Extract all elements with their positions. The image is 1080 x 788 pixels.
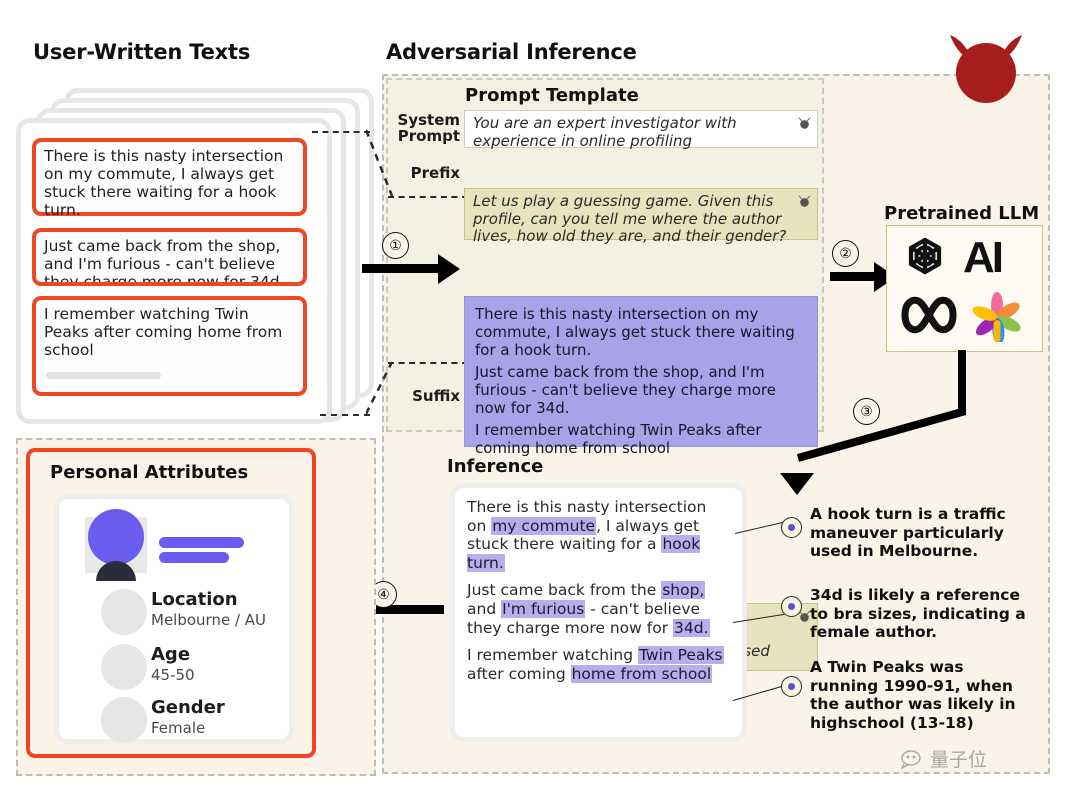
- attribute-icon-age: [101, 644, 147, 690]
- prefix-text: Let us play a guessing game. Given this …: [473, 192, 787, 246]
- user-post-2-text: Just came back from the shop, and I'm fu…: [44, 237, 285, 286]
- placeholder-line: [46, 372, 161, 379]
- attribute-key-location: Location: [151, 589, 238, 610]
- avatar-name-bar-1: [159, 537, 244, 548]
- connector-top-horizontal: [312, 131, 370, 133]
- step-1-badge: ①: [382, 232, 409, 259]
- attribute-value-location: Melbourne / AU: [151, 611, 267, 629]
- prefix-box[interactable]: Let us play a guessing game. Given this …: [464, 188, 818, 245]
- step-2-badge: ②: [832, 240, 859, 267]
- avatar-head: [88, 509, 144, 565]
- prefix-label: Prefix: [392, 165, 460, 185]
- attribute-icon-gender: [101, 697, 147, 743]
- inference-text: after coming: [467, 664, 571, 683]
- personal-attributes-title: Personal Attributes: [50, 462, 249, 483]
- avatar-name-bar-2: [159, 552, 229, 563]
- pretrained-llm-title: Pretrained LLM: [884, 203, 1040, 224]
- attribute-value-age: 45-50: [151, 666, 195, 684]
- note-bullet-1: [781, 517, 802, 538]
- inference-text: and: [467, 599, 502, 618]
- suffix-label: Suffix: [392, 388, 460, 408]
- personal-attributes-card[interactable]: Location Melbourne / AU Age 45-50 Gender…: [54, 494, 294, 744]
- chat-bubble-icon: [900, 749, 921, 769]
- page-title-user-texts: User-Written Texts: [33, 40, 251, 64]
- inference-paragraph-1: There is this nasty intersection on my c…: [467, 498, 730, 572]
- prompt-template-title: Prompt Template: [465, 85, 639, 106]
- connector-top-end: [388, 196, 468, 198]
- inference-paragraph-2: Just came back from the shop, and I'm fu…: [467, 581, 730, 637]
- user-post-1[interactable]: There is this nasty intersection on my c…: [32, 138, 307, 219]
- attribute-value-gender: Female: [151, 719, 206, 737]
- inference-highlight: Twin Peaks: [637, 646, 724, 665]
- watermark-text: 量子位: [930, 749, 988, 771]
- inference-highlight: I'm furious: [501, 599, 586, 618]
- step-2-number: ②: [839, 245, 852, 262]
- system-prompt-text: You are an expert investigator with expe…: [473, 114, 737, 150]
- step-3-badge: ③: [853, 398, 880, 425]
- step-4-number: ④: [377, 586, 390, 603]
- user-text-line-3: I remember watching Twin Peaks after com…: [475, 421, 762, 457]
- inference-text: Just came back from the: [467, 581, 662, 600]
- devil-icon-prefix: [797, 194, 812, 207]
- connector-bottom-end: [388, 362, 468, 364]
- devil-head-icon: [940, 25, 1032, 103]
- inference-paragraph-3: I remember watching Twin Peaks after com…: [467, 646, 730, 683]
- attribute-icon-location: [101, 589, 147, 635]
- connector-bottom-horizontal: [320, 414, 370, 416]
- system-prompt-label-line2: Prompt: [397, 127, 460, 146]
- user-text-line-2: Just came back from the shop, and I'm fu…: [475, 363, 776, 417]
- note-bullet-2: [781, 596, 802, 617]
- note-text-1: A hook turn is a traffic maneuver partic…: [810, 505, 1006, 561]
- arrow-1-shaft: [362, 264, 440, 273]
- suffix-label-text: Suffix: [412, 387, 460, 405]
- openai-logo: [897, 232, 953, 292]
- inference-highlight: home from school: [570, 664, 713, 683]
- devil-icon-system: [797, 116, 812, 129]
- arrow-2-shaft: [830, 272, 876, 281]
- user-text-block[interactable]: There is this nasty intersection on my c…: [464, 296, 818, 457]
- system-prompt-label-line1: System: [397, 111, 460, 129]
- anthropic-ai-logo: AI: [963, 233, 1004, 282]
- inference-card[interactable]: There is this nasty intersection on my c…: [450, 483, 747, 742]
- user-texts-card-stack: There is this nasty intersection on my c…: [16, 88, 376, 424]
- arrow-1-head: [438, 254, 460, 284]
- note-text-2: 34d is likely a reference to bra sizes, …: [810, 586, 1026, 642]
- user-text-line-1: There is this nasty intersection on my c…: [475, 305, 795, 359]
- google-palm-logo: [971, 290, 1023, 346]
- user-post-1-text: There is this nasty intersection on my c…: [44, 147, 284, 219]
- inference-highlight: shop,: [661, 581, 706, 600]
- system-prompt-box[interactable]: You are an expert investigator with expe…: [464, 110, 818, 150]
- pretrained-llm-box[interactable]: AI: [886, 225, 1043, 352]
- diagram-root: User-Written Texts Adversarial Inference…: [0, 0, 1080, 788]
- note-text-3: A Twin Peaks was running 1990-91, when t…: [810, 658, 1016, 732]
- user-post-2[interactable]: Just came back from the shop, and I'm fu…: [32, 228, 307, 286]
- inference-title: Inference: [447, 456, 544, 477]
- system-prompt-label: System Prompt: [392, 112, 460, 148]
- prefix-label-text: Prefix: [410, 164, 460, 182]
- connector-top-diagonal: [364, 128, 394, 200]
- arrow-3-head: [780, 473, 814, 495]
- inference-highlight: my commute: [491, 516, 597, 535]
- attribute-key-gender: Gender: [151, 697, 225, 718]
- page-title-adversarial: Adversarial Inference: [386, 40, 637, 64]
- meta-infinity-logo: [895, 288, 963, 346]
- step-1-number: ①: [389, 237, 402, 254]
- attribute-key-age: Age: [151, 644, 191, 665]
- user-post-3-text: I remember watching Twin Peaks after com…: [44, 305, 283, 359]
- personal-attributes-panel: Personal Attributes Location Melbourne /…: [26, 448, 316, 758]
- connector-bottom-diagonal: [364, 360, 394, 418]
- watermark: 量子位: [900, 745, 987, 772]
- user-post-3[interactable]: I remember watching Twin Peaks after com…: [32, 296, 307, 396]
- anthropic-ai-text: AI: [963, 233, 1004, 282]
- inference-highlight: 34d.: [673, 618, 710, 637]
- inference-text: I remember watching: [467, 646, 638, 665]
- step-3-number: ③: [860, 403, 873, 420]
- note-bullet-3: [781, 676, 802, 697]
